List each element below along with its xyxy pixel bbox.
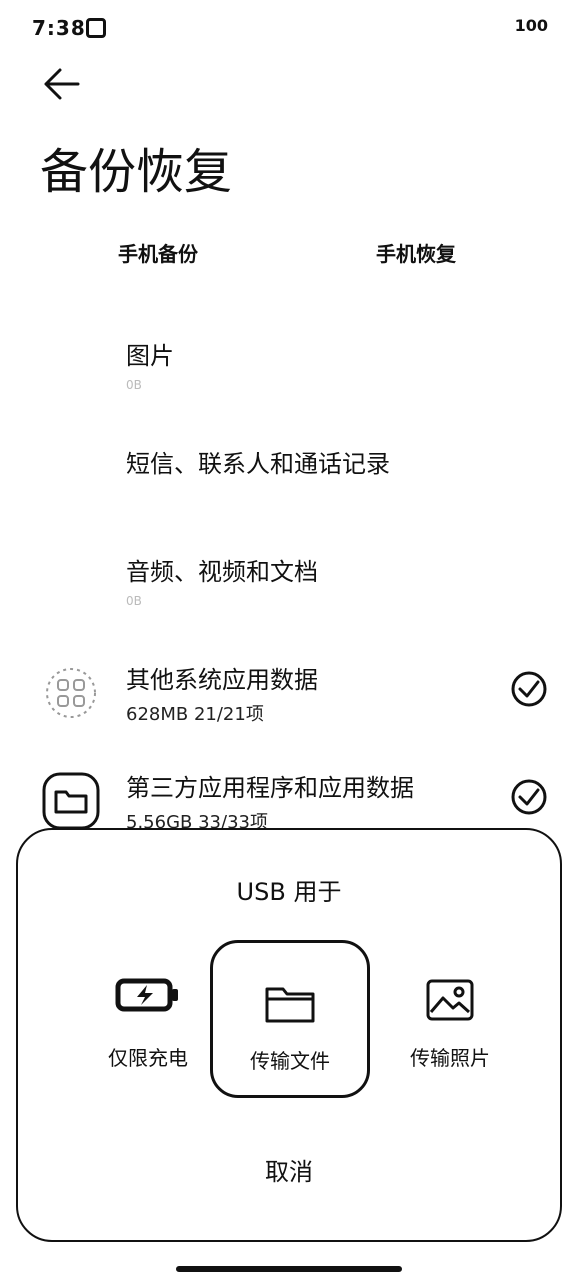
check-circle-icon[interactable] — [510, 670, 548, 708]
list-item-images[interactable]: 图片 0B — [0, 336, 576, 432]
usb-option-transfer-photos[interactable]: 传输照片 — [370, 940, 530, 1096]
usb-option-transfer-files[interactable]: 传输文件 — [210, 940, 370, 1098]
list-item-title: 音频、视频和文档 — [126, 558, 318, 586]
list-item-title: 短信、联系人和通话记录 — [126, 450, 390, 478]
folder-icon — [265, 987, 315, 1023]
sheet-title: USB 用于 — [236, 878, 342, 906]
folder-app-icon — [42, 772, 100, 830]
tab-phone-restore[interactable]: 手机恢复 — [376, 238, 456, 267]
usb-option-label: 传输照片 — [410, 1046, 490, 1070]
list-item-messages-contacts[interactable]: 短信、联系人和通话记录 — [0, 444, 576, 540]
usb-mode-sheet: USB 用于 仅限充电 传输文件 传输照片 取消 — [16, 828, 562, 1242]
usb-option-charge-only[interactable]: 仅限充电 — [68, 940, 228, 1096]
list-item-subtitle: 628MB 21/21项 — [126, 704, 264, 725]
home-indicator[interactable] — [176, 1266, 402, 1272]
list-item-subtitle: 0B — [126, 378, 142, 392]
status-bar: 7:38 100 — [0, 0, 576, 56]
usb-option-label: 传输文件 — [250, 1049, 330, 1073]
list-item-subtitle: 0B — [126, 594, 142, 608]
tab-bar: 手机备份 手机恢复 — [0, 238, 576, 270]
back-button[interactable] — [40, 64, 88, 104]
page-title: 备份恢复 — [40, 144, 233, 200]
cancel-button[interactable]: 取消 — [18, 1152, 560, 1187]
status-time: 7:38 — [32, 16, 86, 40]
battery-level: 100 — [514, 16, 548, 35]
usb-option-label: 仅限充电 — [108, 1046, 188, 1070]
list-item-title: 图片 — [126, 342, 174, 370]
list-item-media-docs[interactable]: 音频、视频和文档 0B — [0, 552, 576, 648]
back-arrow-icon — [44, 68, 80, 100]
check-circle-icon[interactable] — [510, 778, 548, 816]
list-item-title: 第三方应用程序和应用数据 — [126, 774, 414, 802]
image-icon — [426, 979, 474, 1021]
list-item-system-app-data[interactable]: 其他系统应用数据 628MB 21/21项 — [0, 660, 576, 756]
tab-phone-backup[interactable]: 手机备份 — [118, 238, 198, 267]
list-item-title: 其他系统应用数据 — [126, 666, 318, 694]
system-apps-icon — [46, 668, 96, 718]
battery-charge-icon — [115, 978, 178, 1012]
notification-icon — [86, 18, 106, 38]
